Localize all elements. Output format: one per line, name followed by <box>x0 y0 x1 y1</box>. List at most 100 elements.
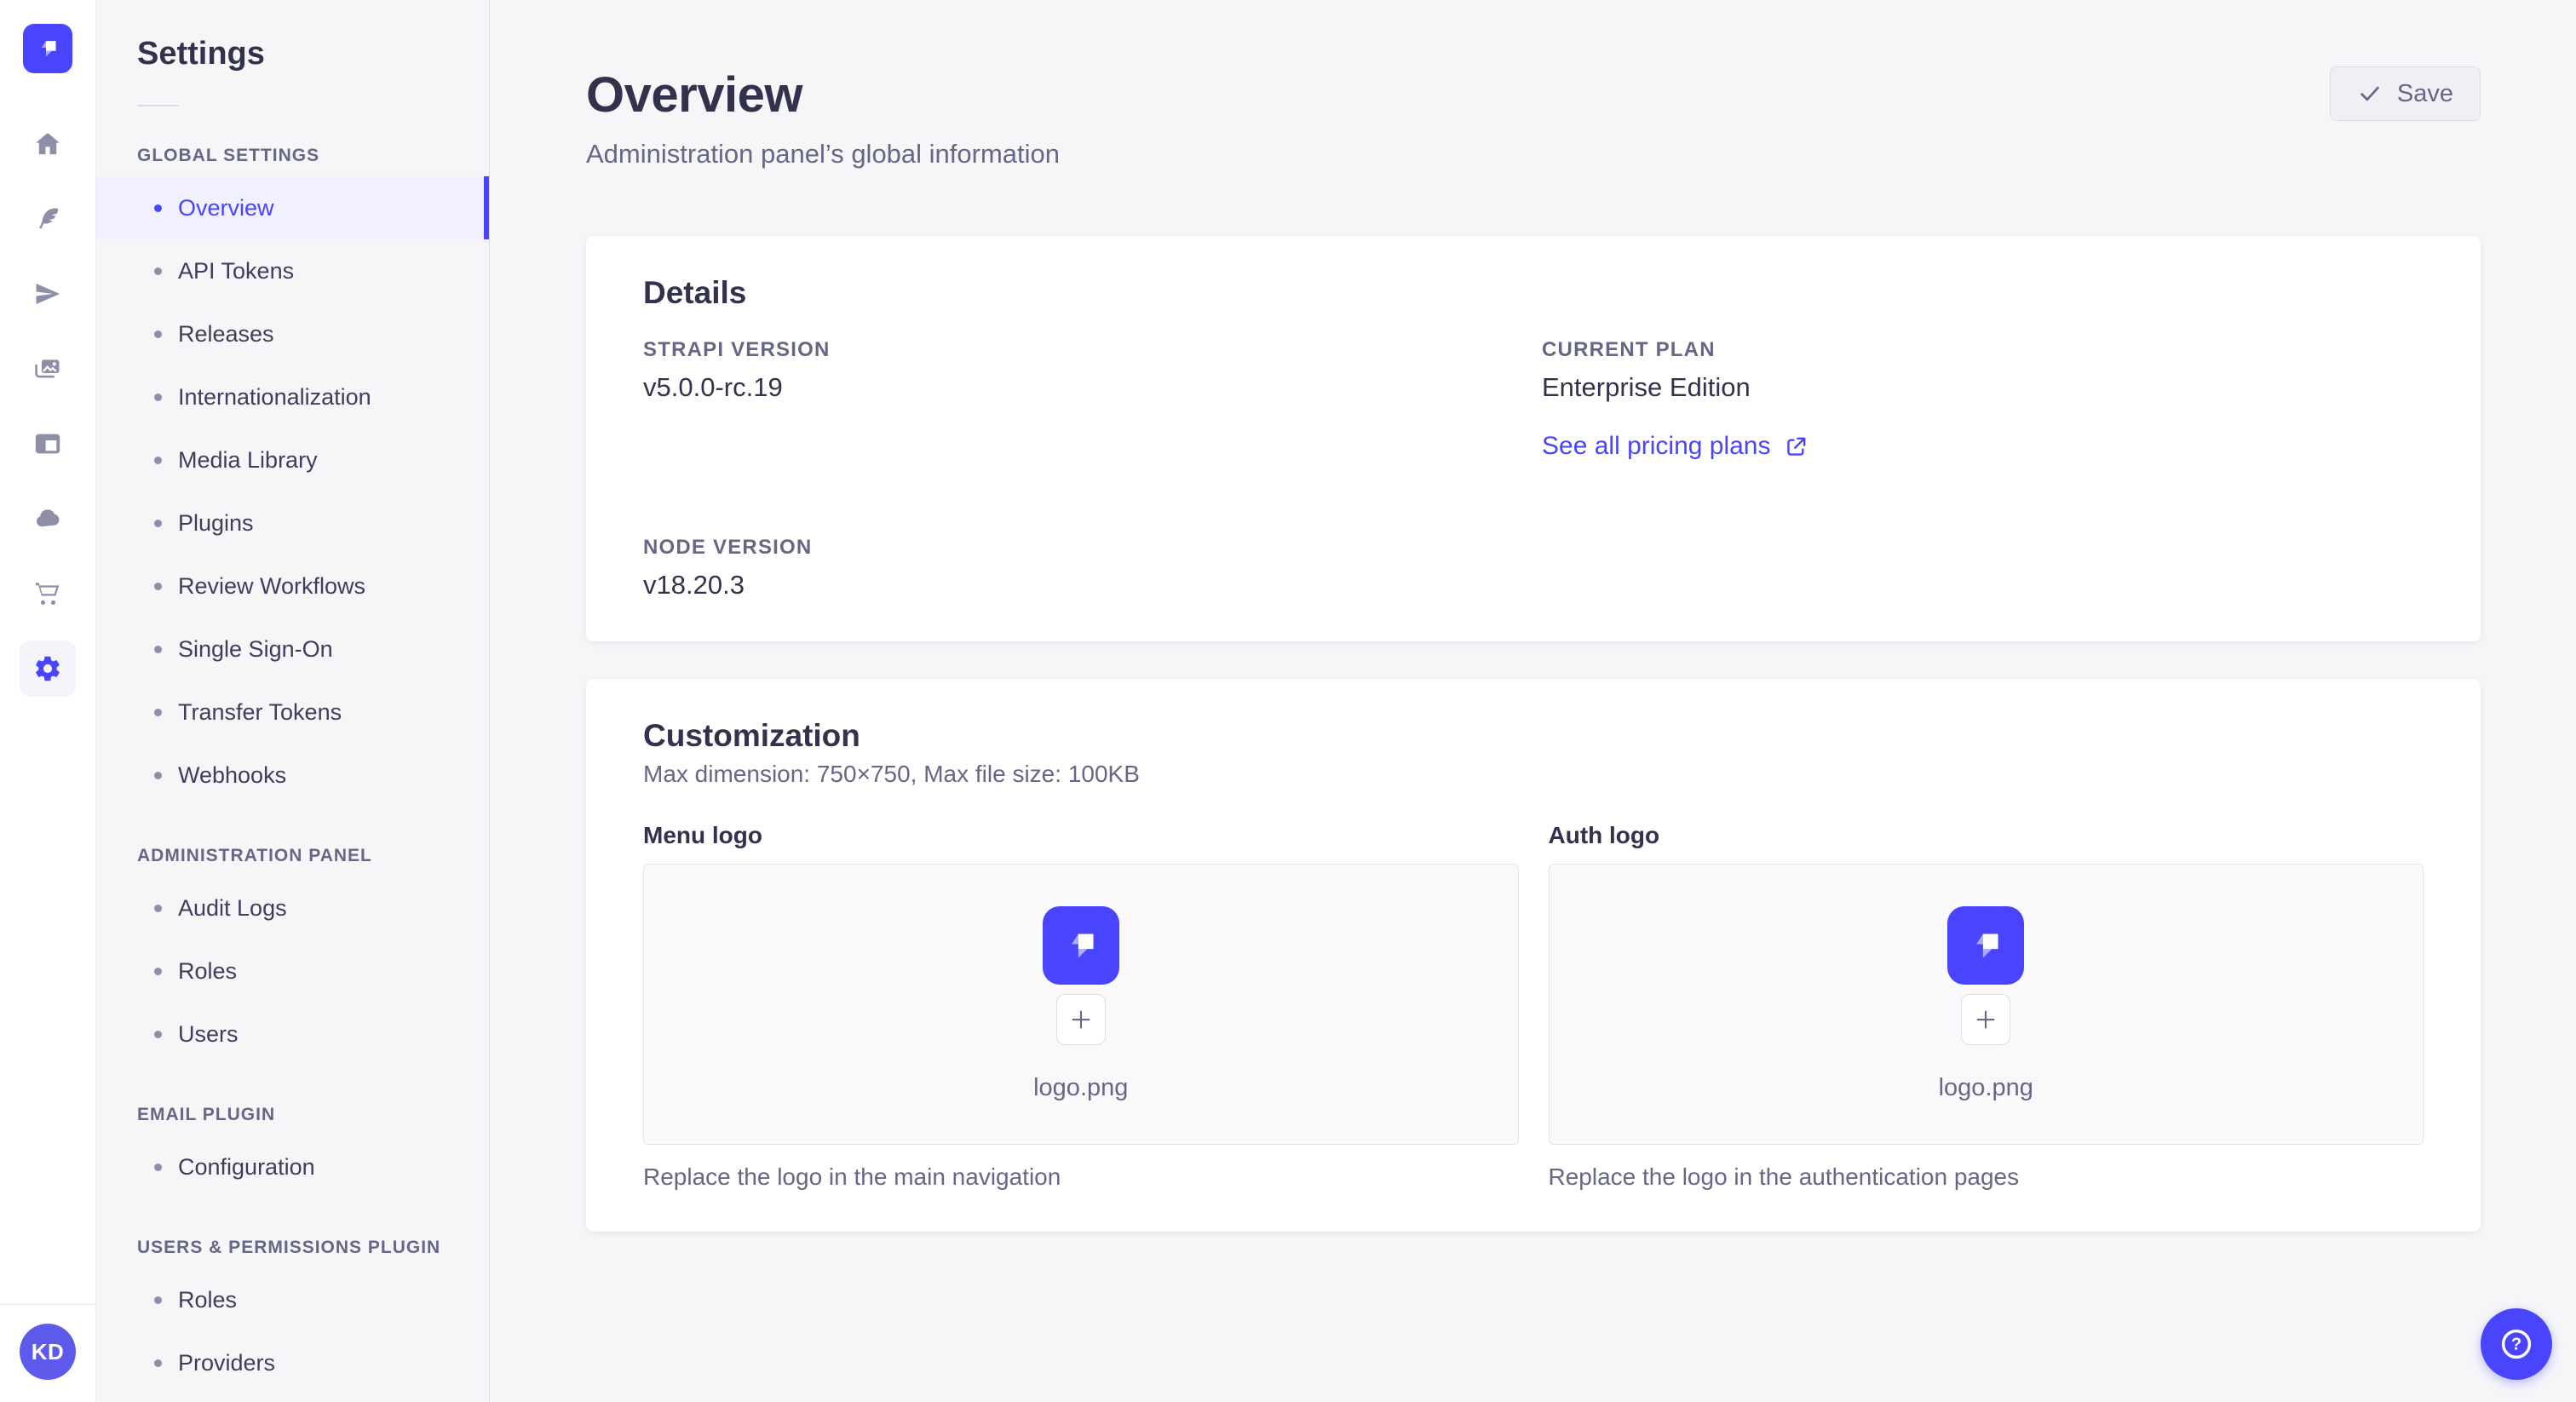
sidebar-item-internationalization[interactable]: Internationalization <box>96 365 489 428</box>
current-plan-label: CURRENT PLAN <box>1542 338 1716 361</box>
bullet-icon <box>154 204 162 212</box>
node-version-value: v18.20.3 <box>643 570 745 600</box>
sidebar-item-releases[interactable]: Releases <box>96 302 489 365</box>
external-link-icon <box>1786 437 1805 456</box>
sidebar-item-label: Review Workflows <box>178 572 366 599</box>
current-plan-value: Enterprise Edition <box>1542 372 1751 402</box>
sidebar-item-label: Media Library <box>178 446 318 473</box>
bullet-icon <box>154 1359 162 1367</box>
strapi-version-label: STRAPI VERSION <box>643 338 831 361</box>
bullet-icon <box>154 904 162 912</box>
strapi-logo-icon <box>1071 934 1094 958</box>
checkmark-icon <box>2360 86 2379 101</box>
customization-card: Customization Max dimension: 750×750, Ma… <box>586 679 2481 1232</box>
menu-logo-caption: Replace the logo in the main navigation <box>643 1164 1061 1190</box>
sidebar-item-api-tokens[interactable]: API Tokens <box>96 239 489 302</box>
icon-rail: KD <box>0 0 96 1402</box>
sidebar-item-label: Roles <box>178 1286 238 1313</box>
sidebar-item-label: Configuration <box>178 1153 315 1180</box>
sidebar-item-label: Audit Logs <box>178 894 287 921</box>
svg-text:?: ? <box>2511 1336 2521 1354</box>
paper-plane-icon[interactable] <box>20 266 76 322</box>
add-menu-logo-button[interactable] <box>1055 994 1106 1045</box>
sidebar-item-plugins[interactable]: Plugins <box>96 491 489 554</box>
sidebar-item-label: API Tokens <box>178 257 295 284</box>
cloud-icon[interactable] <box>20 491 76 547</box>
cart-icon[interactable] <box>20 566 76 622</box>
sidebar-item-admin-roles[interactable]: Roles <box>96 939 489 1003</box>
pricing-plans-link-label: See all pricing plans <box>1542 432 1771 460</box>
feather-icon[interactable] <box>20 191 76 247</box>
home-icon[interactable] <box>20 116 76 172</box>
main-content: Overview Administration panel’s global i… <box>490 0 2576 1402</box>
sidebar-item-label: Overview <box>178 194 274 221</box>
images-icon[interactable] <box>20 341 76 397</box>
email-plugin-list: Configuration <box>96 1135 489 1198</box>
auth-logo-label: Auth logo <box>1548 822 1660 848</box>
users-permissions-list: Roles Providers <box>96 1268 489 1394</box>
bullet-icon <box>154 582 162 590</box>
sidebar-item-label: Webhooks <box>178 761 287 788</box>
sidebar-item-review-workflows[interactable]: Review Workflows <box>96 554 489 618</box>
menu-logo-field: Menu logo logo.png Replace the logo in t… <box>643 822 1519 1191</box>
avatar[interactable]: KD <box>20 1324 76 1380</box>
node-version-field: NODE VERSION v18.20.3 <box>643 536 1525 600</box>
sidebar-item-webhooks[interactable]: Webhooks <box>96 744 489 807</box>
settings-sidebar: Settings GLOBAL SETTINGS Overview API To… <box>96 0 490 1402</box>
customization-card-title: Customization <box>643 718 860 753</box>
help-icon: ? <box>2501 1329 2532 1359</box>
bullet-icon <box>154 267 162 275</box>
page-header: Overview Administration panel’s global i… <box>586 66 2481 170</box>
sidebar-item-label: Providers <box>178 1349 276 1376</box>
sidebar-item-transfer-tokens[interactable]: Transfer Tokens <box>96 681 489 744</box>
global-settings-list: Overview API Tokens Releases Internation… <box>96 176 489 807</box>
sidebar-item-up-providers[interactable]: Providers <box>96 1331 489 1394</box>
menu-logo-preview <box>1042 906 1119 985</box>
gear-icon[interactable] <box>20 641 76 697</box>
sidebar-item-up-roles[interactable]: Roles <box>96 1268 489 1331</box>
rail-footer: KD <box>0 1304 96 1402</box>
sidebar-item-overview[interactable]: Overview <box>96 176 489 239</box>
strapi-version-value: v5.0.0-rc.19 <box>643 372 783 402</box>
details-card-title: Details <box>643 275 747 310</box>
sidebar-item-label: Internationalization <box>178 383 371 410</box>
bullet-icon <box>154 393 162 401</box>
administration-panel-list: Audit Logs Roles Users <box>96 876 489 1066</box>
layout-icon[interactable] <box>20 416 76 472</box>
sidebar-item-label: Releases <box>178 320 274 347</box>
sidebar-item-admin-users[interactable]: Users <box>96 1003 489 1066</box>
strapi-logo[interactable] <box>23 24 72 73</box>
add-auth-logo-button[interactable] <box>1961 994 2011 1045</box>
node-version-label: NODE VERSION <box>643 536 813 559</box>
help-button[interactable]: ? <box>2481 1308 2552 1380</box>
details-grid: STRAPI VERSION v5.0.0-rc.19 CURRENT PLAN… <box>643 338 2424 600</box>
plus-icon <box>1976 1010 1995 1029</box>
bullet-icon <box>154 519 162 527</box>
sidebar-item-label: Roles <box>178 957 238 984</box>
bullet-icon <box>154 708 162 716</box>
sidebar-item-media-library[interactable]: Media Library <box>96 428 489 491</box>
sidebar-item-single-sign-on[interactable]: Single Sign-On <box>96 618 489 681</box>
customization-card-subtitle: Max dimension: 750×750, Max file size: 1… <box>643 761 1140 787</box>
auth-logo-field: Auth logo logo.png Replace the logo in t… <box>1548 822 2424 1191</box>
bullet-icon <box>154 330 162 338</box>
sidebar-item-audit-logs[interactable]: Audit Logs <box>96 876 489 939</box>
section-email-plugin: EMAIL PLUGIN <box>137 1105 276 1124</box>
menu-logo-label: Menu logo <box>643 822 762 848</box>
strapi-logo-icon <box>1976 934 1998 958</box>
current-plan-field: CURRENT PLAN Enterprise Edition See all … <box>1542 338 2424 461</box>
bullet-icon <box>154 645 162 653</box>
sidebar-item-label: Single Sign-On <box>178 635 333 662</box>
bullet-icon <box>154 967 162 975</box>
logos-grid: Menu logo logo.png Replace the logo in t… <box>643 822 2424 1191</box>
sidebar-item-label: Transfer Tokens <box>178 698 342 725</box>
bullet-icon <box>154 456 162 464</box>
save-button[interactable]: Save <box>2329 66 2481 121</box>
auth-logo-dropzone[interactable]: logo.png <box>1548 864 2424 1145</box>
sidebar-item-label: Plugins <box>178 509 254 536</box>
sidebar-item-email-configuration[interactable]: Configuration <box>96 1135 489 1198</box>
auth-logo-caption: Replace the logo in the authentication p… <box>1548 1164 2020 1190</box>
pricing-plans-link[interactable]: See all pricing plans <box>1542 432 1808 461</box>
menu-logo-dropzone[interactable]: logo.png <box>643 864 1519 1145</box>
bullet-icon <box>154 771 162 779</box>
